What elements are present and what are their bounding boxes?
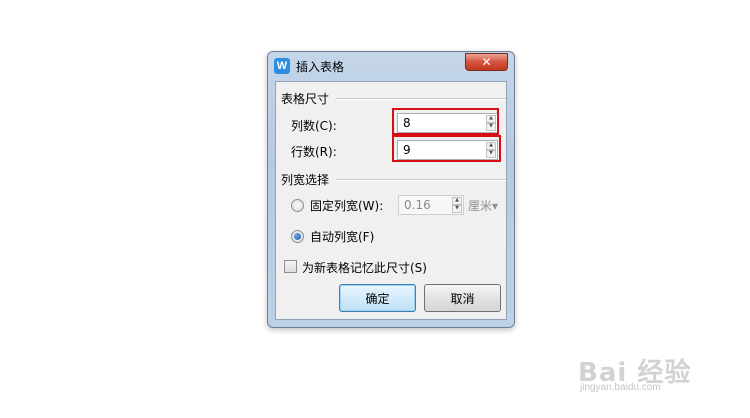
- chevron-down-icon: ▾: [492, 199, 499, 213]
- unit-dropdown[interactable]: 厘米▾: [468, 197, 498, 214]
- columns-highlight-box: [392, 108, 499, 135]
- dialog-body: 表格尺寸 列数(C): 8 ▲ ▼ 行数(R): 9 ▲ ▼ 列宽选择 固定列宽…: [275, 81, 507, 320]
- group-divider: [336, 98, 506, 100]
- unit-label: 厘米: [468, 199, 493, 213]
- dialog-title: 插入表格: [296, 60, 345, 74]
- spin-down-icon[interactable]: ▼: [452, 205, 462, 213]
- columns-label: 列数(C):: [291, 119, 337, 133]
- fixed-width-label[interactable]: 固定列宽(W):: [310, 197, 383, 214]
- rows-label: 行数(R):: [291, 145, 337, 159]
- auto-width-radio[interactable]: [291, 230, 304, 243]
- table-size-group-title: 表格尺寸: [281, 90, 334, 107]
- close-icon: ✕: [481, 55, 492, 69]
- watermark-url: jingyan.baidu.com: [580, 382, 661, 393]
- baidu-jingyan-watermark: Bai 经验 jingyan.baidu.com: [578, 352, 691, 393]
- remember-size-checkbox[interactable]: [284, 260, 297, 273]
- ok-button[interactable]: 确定: [339, 284, 416, 312]
- insert-table-dialog: W 插入表格 ✕ 表格尺寸 列数(C): 8 ▲ ▼ 行数(R): 9 ▲ ▼: [267, 51, 515, 328]
- wps-writer-icon: W: [274, 58, 290, 74]
- dialog-titlebar[interactable]: W 插入表格 ✕: [268, 52, 514, 78]
- fixed-width-value[interactable]: 0.16: [404, 198, 431, 212]
- fixed-width-radio[interactable]: [291, 199, 304, 212]
- spin-up-icon[interactable]: ▲: [452, 197, 462, 205]
- rows-highlight-box: [392, 135, 501, 162]
- cancel-button[interactable]: 取消: [424, 284, 501, 312]
- column-width-group-title: 列宽选择: [281, 171, 334, 188]
- group-divider: [336, 179, 506, 181]
- remember-size-label[interactable]: 为新表格记忆此尺寸(S): [302, 259, 427, 276]
- close-button[interactable]: ✕: [465, 53, 508, 71]
- auto-width-label[interactable]: 自动列宽(F): [310, 228, 374, 245]
- fixed-width-spinbox[interactable]: 0.16 ▲ ▼: [398, 195, 464, 215]
